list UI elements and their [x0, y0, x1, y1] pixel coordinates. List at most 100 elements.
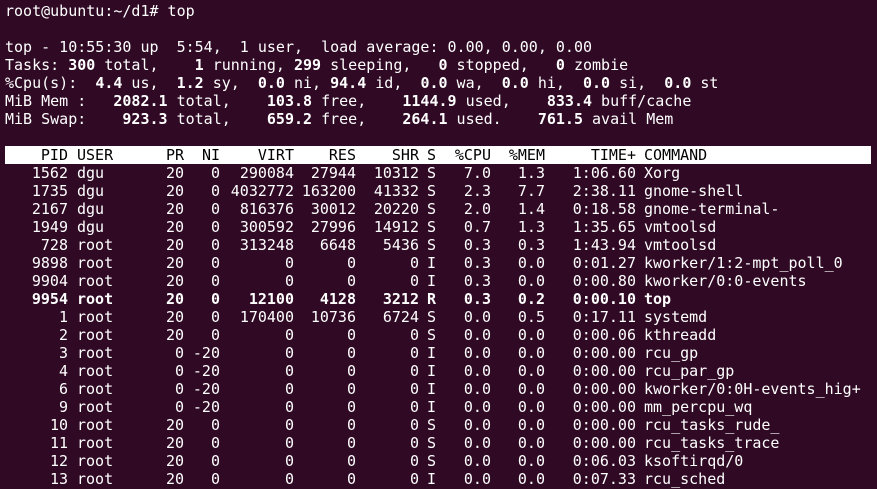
cell-mem: 0.0 [517, 416, 545, 434]
cell-pr: 20 [165, 254, 184, 272]
cell-ni: 0 [210, 470, 220, 488]
cell-pid: 2 [58, 326, 68, 344]
mem-line: MiB Mem : 2082.1 total, 103.8 free, 1144… [5, 92, 692, 110]
cell-virt: 313248 [239, 236, 294, 254]
cell-user: root [77, 290, 114, 308]
cell-virt: 0 [284, 380, 294, 398]
cell-virt: 0 [284, 398, 294, 416]
cell-user: dgu [77, 200, 105, 218]
cell-shr: 0 [409, 362, 419, 380]
cell-pr: 0 [174, 380, 184, 398]
cell-shr: 0 [409, 452, 419, 470]
cell-time: 0:18.58 [572, 200, 636, 218]
cell-mem: 0.0 [517, 380, 545, 398]
cell-cpu: 0.7 [463, 218, 491, 236]
cell-pid: 2167 [31, 200, 68, 218]
cell-pr: 20 [165, 326, 184, 344]
cell-pr: 0 [174, 344, 184, 362]
cell-ni: 0 [210, 308, 220, 326]
cell-pid: 1735 [31, 182, 68, 200]
cell-mem: 1.3 [517, 218, 545, 236]
cell-time: 0:06.03 [572, 452, 636, 470]
cell-res: 27944 [310, 164, 356, 182]
cell-time: 0:00.00 [572, 416, 636, 434]
cell-time: 0:00.10 [572, 290, 636, 308]
cell-pr: 20 [165, 434, 184, 452]
cpu-line: %Cpu(s): 4.4 us, 1.2 sy, 0.0 ni, 94.4 id… [5, 74, 719, 92]
cell-time: 0:00.00 [572, 380, 636, 398]
cell-shr: 3212 [382, 290, 419, 308]
table-row: 2 root 20 0 0 0 0 S 0.0 0.0 0:00.06 kthreadd [0, 326, 877, 344]
cell-pr: 20 [165, 452, 184, 470]
cell-virt: 12100 [248, 290, 294, 308]
cell-pr: 20 [165, 308, 184, 326]
cell-s: S [427, 416, 437, 434]
cell-s: S [427, 236, 437, 254]
cell-command: kworker/1:2-mpt_poll_0 [644, 254, 843, 272]
cell-res: 0 [346, 380, 356, 398]
cell-cpu: 0.0 [463, 398, 491, 416]
cell-ni: 0 [210, 164, 220, 182]
cell-pid: 4 [58, 362, 68, 380]
cell-cpu: 0.3 [463, 290, 491, 308]
cell-time: 1:35.65 [572, 218, 636, 236]
col-res: RES [328, 146, 356, 164]
cell-virt: 0 [284, 254, 294, 272]
cell-ni: 0 [210, 182, 220, 200]
cell-command: rcu_tasks_trace [644, 434, 780, 452]
cell-cpu: 2.3 [463, 182, 491, 200]
terminal-window[interactable]: root@ubuntu:~/d1# top top - 10:55:30 up … [0, 0, 877, 489]
cell-cpu: 0.0 [463, 416, 491, 434]
cell-command: mm_percpu_wq [644, 398, 753, 416]
col-s: S [427, 146, 437, 164]
cell-ni: 0 [210, 326, 220, 344]
cell-pr: 20 [165, 164, 184, 182]
cell-shr: 0 [409, 272, 419, 290]
cell-user: root [77, 362, 114, 380]
cell-ni: 0 [210, 236, 220, 254]
tasks-line: Tasks: 300 total, 1 running, 299 sleepin… [5, 56, 629, 74]
cell-shr: 0 [409, 326, 419, 344]
cell-res: 163200 [301, 182, 356, 200]
cell-command: Xorg [644, 164, 681, 182]
cell-ni: 0 [210, 290, 220, 308]
uptime-line: top - 10:55:30 up 5:54, 1 user, load ave… [5, 38, 592, 56]
cell-pid: 3 [58, 344, 68, 362]
cell-pr: 20 [165, 200, 184, 218]
cell-s: R [427, 290, 437, 308]
cell-command: rcu_par_gp [644, 362, 735, 380]
cell-mem: 7.7 [517, 182, 545, 200]
cell-pid: 9904 [31, 272, 68, 290]
cell-cpu: 0.0 [463, 434, 491, 452]
cell-command: gnome-shell [644, 182, 744, 200]
cell-mem: 0.0 [517, 254, 545, 272]
cell-shr: 0 [409, 470, 419, 488]
cell-user: dgu [77, 182, 105, 200]
cell-ni: 0 [210, 254, 220, 272]
cell-res: 0 [346, 452, 356, 470]
table-row: 3 root 0 -20 0 0 0 I 0.0 0.0 0:00.00 rcu_gp [0, 344, 877, 362]
col-cpu: %CPU [454, 146, 491, 164]
cell-res: 4128 [319, 290, 356, 308]
cell-time: 1:06.60 [572, 164, 636, 182]
cell-res: 0 [346, 416, 356, 434]
cell-virt: 0 [284, 272, 294, 290]
cell-s: I [427, 344, 437, 362]
cell-pid: 6 [58, 380, 68, 398]
cell-pid: 1 [58, 308, 68, 326]
cell-s: S [427, 434, 437, 452]
cell-time: 0:07.33 [572, 470, 636, 488]
cell-user: root [77, 308, 114, 326]
table-row: 1949 dgu 20 0 300592 27996 14912 S 0.7 1.3 1:35.65… [0, 218, 877, 236]
cell-command: top [644, 290, 672, 308]
cell-cpu: 0.0 [463, 326, 491, 344]
cell-s: S [427, 308, 437, 326]
cell-res: 0 [346, 434, 356, 452]
cell-virt: 0 [284, 452, 294, 470]
cell-command: kthreadd [644, 326, 717, 344]
cell-pid: 10 [49, 416, 68, 434]
cell-virt: 4032772 [230, 182, 294, 200]
cell-pid: 13 [49, 470, 68, 488]
cell-res: 0 [346, 470, 356, 488]
cell-s: S [427, 164, 437, 182]
